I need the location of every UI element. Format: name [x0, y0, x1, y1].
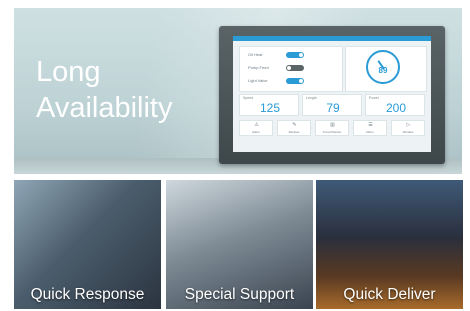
tile-caption: Quick Deliver	[343, 286, 436, 303]
hmi-device: Oil Heat Pump Feed Light Valve 89 Speed …	[219, 26, 445, 164]
hmi-toggle-label: Oil Heat	[248, 52, 263, 57]
tile-caption: Special Support	[184, 286, 295, 303]
hmi-trend-button: ▥ Trend Monitor	[315, 120, 349, 136]
hmi-stat-value: 200	[385, 101, 407, 115]
tile-caption: Quick Response	[30, 286, 145, 303]
hmi-button-bar: ⚠ Alarm ✎ Recipes ▥ Trend Monitor ☰ Menu…	[239, 120, 425, 136]
hmi-screen: Oil Heat Pump Feed Light Valve 89 Speed …	[233, 36, 431, 152]
toggle-switch-icon	[286, 65, 304, 71]
warning-icon: ⚠	[254, 122, 259, 128]
menu-icon: ☰	[368, 122, 373, 128]
play-icon: ▷	[406, 122, 411, 128]
hmi-alarm-button: ⚠ Alarm	[239, 120, 273, 136]
wrench-icon: ✎	[292, 122, 297, 128]
hmi-menu-button: ☰ Menu	[353, 120, 387, 136]
hmi-stat-value: 79	[326, 101, 340, 115]
hmi-toggle-label: Pump Feed	[248, 65, 269, 70]
hmi-stat-length: Length 79	[302, 94, 362, 116]
hero-title: Long Availability	[36, 54, 172, 126]
hmi-stat-speed: Speed 125	[239, 94, 299, 116]
hero-banner: Long Availability Oil Heat Pump Feed Lig…	[14, 8, 462, 174]
tile-quick-response[interactable]: Quick Response	[14, 180, 161, 309]
hmi-topbar	[233, 36, 431, 41]
tile-quick-deliver[interactable]: Quick Deliver	[316, 180, 463, 309]
hmi-toggle-row: Pump Feed	[248, 64, 338, 72]
hmi-recipes-button: ✎ Recipes	[277, 120, 311, 136]
hmi-toggle-label: Light Valve	[248, 78, 268, 83]
hmi-stats: Speed 125 Length 79 Power 200	[239, 94, 425, 116]
hmi-stat-label: Power	[369, 96, 379, 100]
hmi-button-label: Window	[402, 130, 414, 134]
hmi-stat-power: Power 200	[365, 94, 425, 116]
toggle-switch-icon	[286, 78, 304, 84]
hmi-button-label: Trend Monitor	[322, 130, 342, 134]
hmi-button-label: Recipes	[288, 130, 300, 134]
hmi-toggle-row: Light Valve	[248, 77, 338, 85]
hero-title-line-2: Availability	[36, 92, 173, 124]
hero-title-line-1: Long	[36, 56, 101, 88]
hmi-button-label: Menu	[366, 130, 374, 134]
hmi-stat-value: 125	[259, 101, 281, 115]
hmi-stat-label: Speed	[243, 96, 254, 100]
chart-icon: ▥	[330, 122, 335, 128]
hmi-toggle-row: Oil Heat	[248, 51, 338, 59]
toggle-switch-icon	[286, 52, 304, 58]
hmi-window-button: ▷ Window	[391, 120, 425, 136]
hmi-stat-label: Length	[306, 96, 317, 100]
gauge-value: 89	[378, 66, 388, 75]
hmi-gauge-panel: 89	[345, 46, 427, 92]
hmi-button-label: Alarm	[252, 130, 260, 134]
tile-special-support[interactable]: Special Support	[166, 180, 313, 309]
hmi-toggle-panel: Oil Heat Pump Feed Light Valve	[239, 46, 343, 92]
